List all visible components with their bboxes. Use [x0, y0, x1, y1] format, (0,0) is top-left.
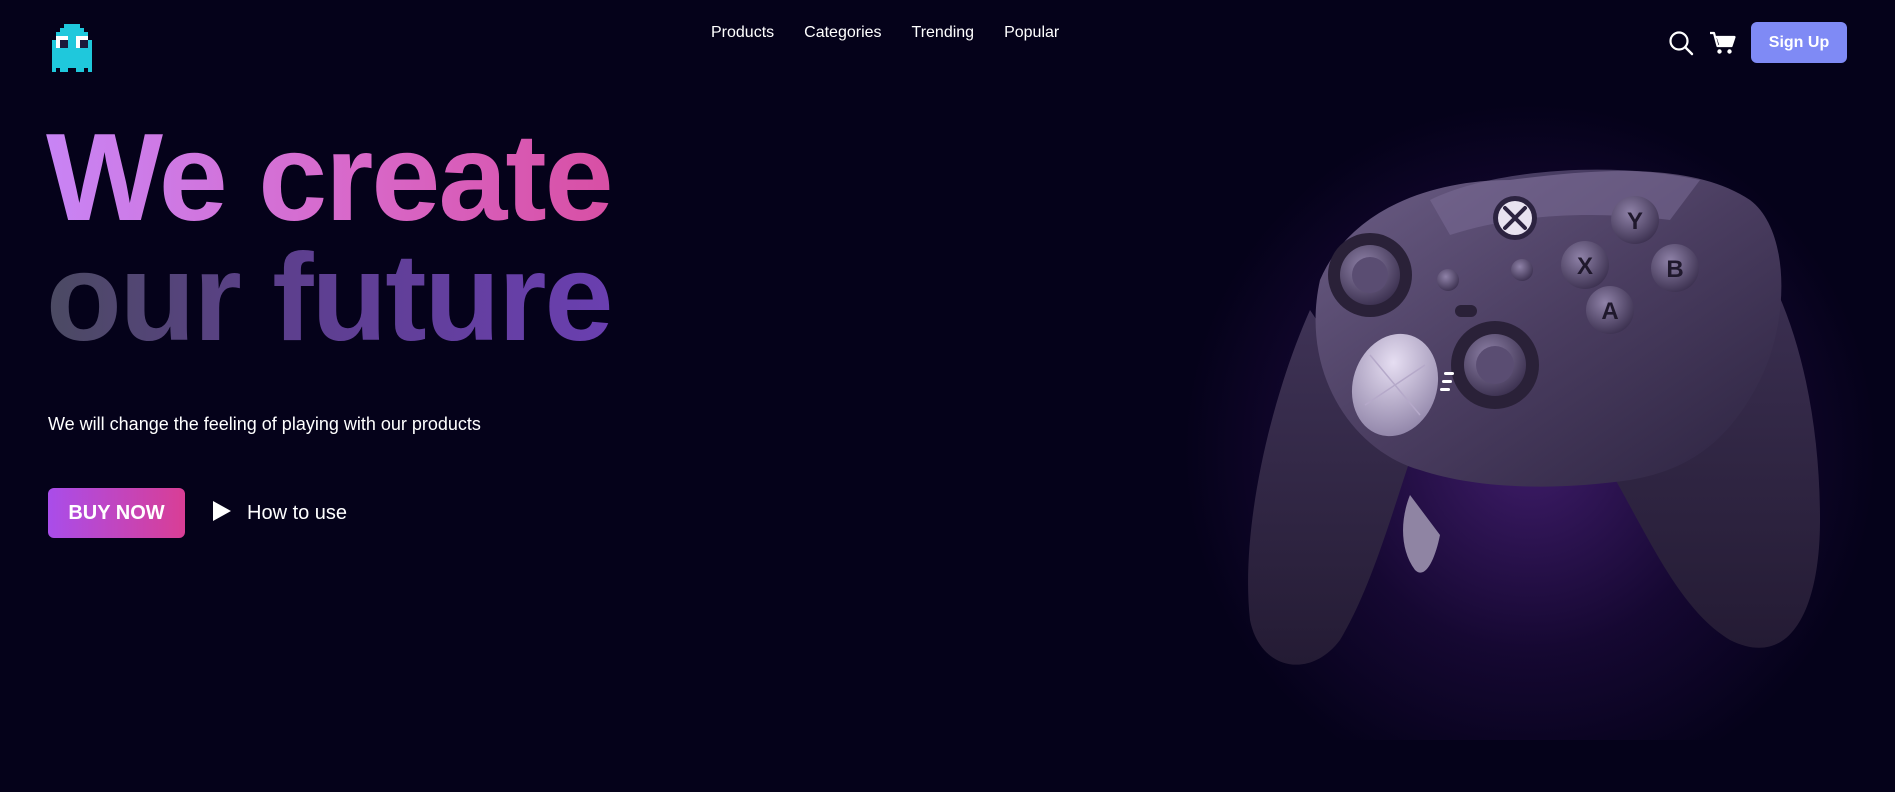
nav-categories[interactable]: Categories	[804, 22, 881, 44]
hero-headline: We create our future	[46, 116, 614, 360]
how-to-use-button[interactable]: How to use	[211, 499, 347, 528]
game-controller-image: Y X B A	[1230, 140, 1830, 720]
hero-cta-row: BUY NOW How to use	[48, 488, 347, 538]
landing-page: Products Categories Trending Popular Sig…	[0, 0, 1895, 792]
header-actions: Sign Up	[1667, 22, 1847, 63]
svg-text:B: B	[1666, 256, 1683, 283]
cart-icon[interactable]	[1709, 29, 1737, 57]
play-icon	[211, 499, 233, 528]
how-to-use-label: How to use	[247, 501, 348, 524]
headline-line-1: We create	[46, 109, 614, 247]
pixel-ghost-logo-icon[interactable]	[48, 24, 96, 72]
hero-subtitle: We will change the feeling of playing wi…	[48, 414, 481, 434]
nav-products[interactable]: Products	[711, 22, 774, 44]
sign-up-button[interactable]: Sign Up	[1751, 22, 1847, 63]
buy-now-button[interactable]: BUY NOW	[48, 488, 185, 538]
nav-popular[interactable]: Popular	[1004, 22, 1059, 44]
svg-text:X: X	[1577, 253, 1593, 280]
svg-text:Y: Y	[1627, 208, 1643, 235]
search-icon[interactable]	[1667, 29, 1695, 57]
main-nav: Products Categories Trending Popular	[711, 22, 1059, 44]
svg-text:A: A	[1601, 298, 1618, 325]
nav-trending[interactable]: Trending	[912, 22, 975, 44]
headline-line-2: our future	[46, 229, 613, 367]
